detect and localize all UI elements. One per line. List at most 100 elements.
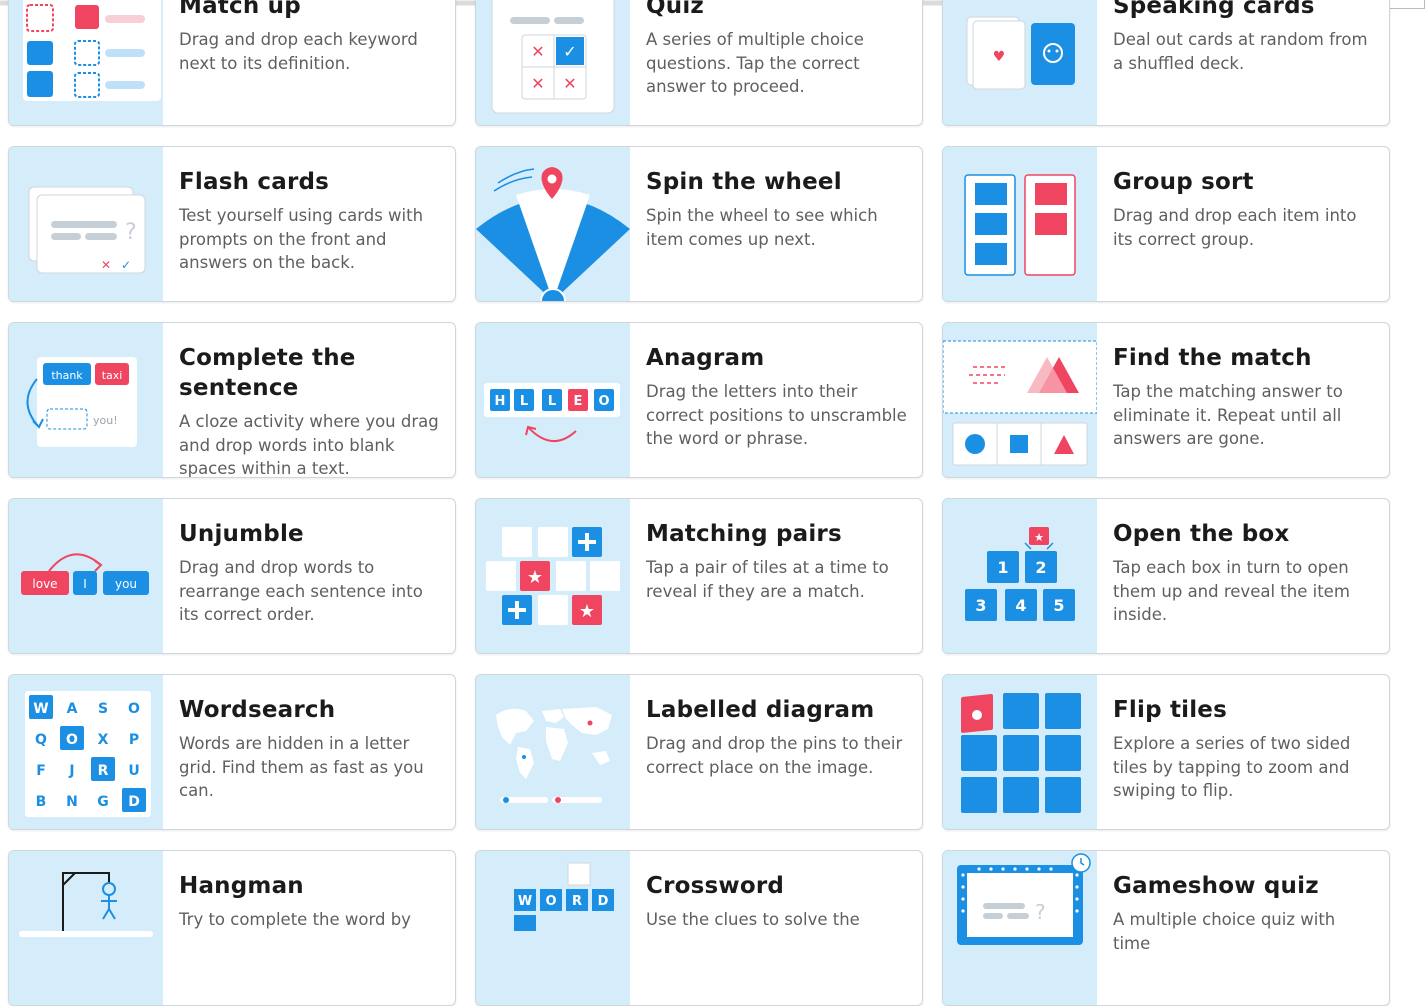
card-description: Tap the matching answer to eliminate it.… xyxy=(1113,382,1343,448)
template-card-group-sort[interactable]: Group sort Drag and drop each item into … xyxy=(942,146,1390,302)
template-card-spin-the-wheel[interactable]: Spin the wheel Spin the wheel to see whi… xyxy=(475,146,923,302)
flash-cards-icon: ? ✕ ✓ xyxy=(9,147,163,301)
thumb-word: I xyxy=(83,577,87,591)
wordsearch-letter: B xyxy=(36,794,47,810)
card-title: Spin the wheel xyxy=(646,169,842,195)
card-title: Gameshow quiz xyxy=(1113,873,1319,899)
card-description: Drag and drop the pins to their correct … xyxy=(646,734,903,777)
template-card-gameshow-quiz[interactable]: ? Gameshow quiz A multiple choice quiz w… xyxy=(942,850,1390,1006)
match-up-icon xyxy=(9,0,163,125)
template-card-matching-pairs[interactable]: ★ ★ Matching pairs Tap a pair of tiles a… xyxy=(475,498,923,654)
thumb-letter: W xyxy=(518,894,532,909)
gameshow-icon: ? xyxy=(943,851,1097,1005)
wordsearch-letter: G xyxy=(97,794,109,810)
flip-tiles-icon xyxy=(943,675,1097,829)
thumb-word: you xyxy=(115,577,137,591)
card-description: Drag the letters into their correct posi… xyxy=(646,382,907,448)
card-description: Drag and drop each keyword next to its d… xyxy=(179,30,418,73)
card-title: Matching pairs xyxy=(646,521,842,547)
template-card-crossword[interactable]: W O R D Crossword Use the clues to solve… xyxy=(475,850,923,1006)
template-card-open-the-box[interactable]: ★ 1 2 3 4 5 Open the box Tap each box in… xyxy=(942,498,1390,654)
card-description: A cloze activity where you drag and drop… xyxy=(179,412,439,478)
thumb-word: thank xyxy=(51,369,83,382)
card-title: Group sort xyxy=(1113,169,1254,195)
wordsearch-letter: P xyxy=(129,732,139,748)
card-description: Test yourself using cards with prompts o… xyxy=(179,206,424,272)
template-card-speaking-cards[interactable]: ♥ Speaking cards Deal out cards at rando… xyxy=(942,0,1390,126)
wordsearch-letter: O xyxy=(128,701,140,717)
cloze-icon: thank taxi you! xyxy=(9,323,163,477)
card-title: Open the box xyxy=(1113,521,1290,547)
card-title: Wordsearch xyxy=(179,697,336,723)
template-card-anagram[interactable]: H L L E O Anagram Drag the letters into … xyxy=(475,322,923,478)
card-title: Anagram xyxy=(646,345,765,371)
template-card-hangman[interactable]: Hangman Try to complete the word by xyxy=(8,850,456,1006)
thumb-number: 3 xyxy=(975,596,986,615)
tiles-icon: ★ ★ xyxy=(476,499,630,653)
group-sort-icon xyxy=(943,147,1097,301)
card-title: Labelled diagram xyxy=(646,697,875,723)
quiz-icon: ✕ ✓ ✕ ✕ xyxy=(476,0,630,125)
wordsearch-letter: U xyxy=(128,763,139,779)
card-description: Use the clues to solve the xyxy=(646,910,860,929)
card-title: Hangman xyxy=(179,873,304,899)
card-title: Speaking cards xyxy=(1113,0,1315,19)
wordsearch-letter: A xyxy=(67,701,78,717)
card-title: Complete the sentence xyxy=(179,345,356,401)
card-description: Drag and drop words to rearrange each se… xyxy=(179,558,423,624)
card-description: Tap a pair of tiles at a time to reveal … xyxy=(646,558,889,601)
card-description: Deal out cards at random from a shuffled… xyxy=(1113,30,1368,73)
template-card-labelled-diagram[interactable]: Labelled diagram Drag and drop the pins … xyxy=(475,674,923,830)
card-description: Drag and drop each item into its correct… xyxy=(1113,206,1357,249)
wordsearch-letter: X xyxy=(98,732,109,748)
cards-icon: ♥ xyxy=(943,0,1097,125)
card-title: Match up xyxy=(179,0,301,19)
wordsearch-letter: S xyxy=(98,701,108,717)
anagram-icon: H L L E O xyxy=(476,323,630,477)
wheel-icon xyxy=(476,147,630,301)
wordsearch-letter: R xyxy=(98,763,109,779)
thumb-letter: D xyxy=(598,894,609,909)
card-description: A multiple choice quiz with time xyxy=(1113,910,1336,953)
crossword-icon: W O R D xyxy=(476,851,630,1005)
card-title: Flip tiles xyxy=(1113,697,1228,723)
wordsearch-letter: D xyxy=(128,794,140,810)
svg-text:✕: ✕ xyxy=(101,258,111,272)
find-match-icon xyxy=(943,323,1097,477)
wordsearch-letter: O xyxy=(66,732,78,748)
template-card-match-up[interactable]: Match up Drag and drop each keyword next… xyxy=(8,0,456,126)
card-title: Find the match xyxy=(1113,345,1312,371)
svg-text:★: ★ xyxy=(527,567,543,588)
wordsearch-letter: N xyxy=(66,794,78,810)
thumb-letter: O xyxy=(598,394,609,409)
template-card-unjumble[interactable]: love I you Unjumble Drag and drop words … xyxy=(8,498,456,654)
card-description: Spin the wheel to see which item comes u… xyxy=(646,206,878,249)
card-description: Try to complete the word by xyxy=(179,910,411,929)
svg-text:✕: ✕ xyxy=(531,42,544,61)
template-card-complete-the-sentence[interactable]: thank taxi you! Complete the sentence A … xyxy=(8,322,456,478)
wordsearch-icon: W A S O Q O X P F J R U B N G D xyxy=(9,675,163,829)
template-card-quiz[interactable]: ✕ ✓ ✕ ✕ Quiz A series of multiple choice… xyxy=(475,0,923,126)
card-title: Quiz xyxy=(646,0,704,19)
thumb-word: taxi xyxy=(102,369,123,382)
svg-text:✓: ✓ xyxy=(563,42,576,61)
wordsearch-letter: W xyxy=(33,701,48,717)
template-card-flip-tiles[interactable]: Flip tiles Explore a series of two sided… xyxy=(942,674,1390,830)
unjumble-icon: love I you xyxy=(9,499,163,653)
svg-text:?: ? xyxy=(1035,900,1046,924)
template-card-flash-cards[interactable]: ? ✕ ✓ Flash cards Test yourself using ca… xyxy=(8,146,456,302)
thumb-word: love xyxy=(32,577,57,591)
wordsearch-letter: J xyxy=(68,763,74,779)
thumb-letter: L xyxy=(548,394,556,409)
svg-text:★: ★ xyxy=(579,601,595,622)
template-card-wordsearch[interactable]: W A S O Q O X P F J R U B N G D Wordsearch Words are hi… xyxy=(8,674,456,830)
wordsearch-letter: F xyxy=(36,763,46,779)
thumb-number: 4 xyxy=(1015,596,1026,615)
svg-text:✕: ✕ xyxy=(531,74,544,93)
card-description: Tap each box in turn to open them up and… xyxy=(1113,558,1350,624)
hangman-icon xyxy=(9,851,163,1005)
thumb-number: 5 xyxy=(1053,596,1064,615)
thumb-letter: L xyxy=(520,394,528,409)
svg-text:✓: ✓ xyxy=(121,258,131,272)
template-card-find-the-match[interactable]: Find the match Tap the matching answer t… xyxy=(942,322,1390,478)
